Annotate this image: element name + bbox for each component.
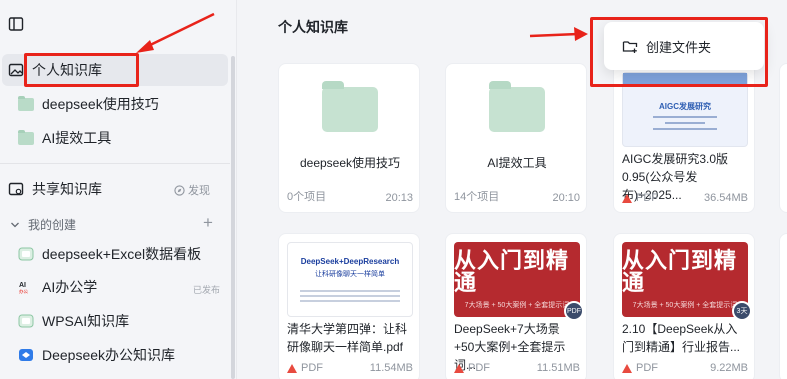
thumb-subtitle: 让科研像聊天一样简单 <box>315 271 385 278</box>
folder-thumb <box>454 72 580 147</box>
file-size: 11.54MB <box>369 362 413 374</box>
thumb-subtitle: 7大场景 + 50大案例 + 全套提示词 <box>632 301 738 309</box>
sidebar-item-personal-kb[interactable]: 个人知识库 <box>2 54 228 86</box>
thumb-title: AIGC发展研究 <box>659 102 711 111</box>
file-card[interactable]: 从入门到精通 7大场景 + 50大案例 + 全套提示词 PDF DeepSeek… <box>445 233 587 379</box>
page-title: 个人知识库 <box>278 19 348 35</box>
sidebar-item-label: deepseek+Excel数据看板 <box>42 246 202 262</box>
file-type: PDF <box>622 192 658 204</box>
file-title: 清华大学第四弹：让科研像聊天一样简单.pdf <box>287 322 408 354</box>
sidebar: 个人知识库 deepseek使用技巧 AI提效工具 共享知识库 发现 我的创建 … <box>0 0 237 379</box>
sidebar-kb-item[interactable]: Deepseek办公知识库 <box>2 339 228 371</box>
pdf-badge: PDF <box>564 301 584 321</box>
modified-time: 20:10 <box>552 192 580 204</box>
thumb-title: 从入门到精通 <box>454 247 570 295</box>
partial-card[interactable] <box>779 233 787 379</box>
sidebar-scrollbar[interactable] <box>231 56 235 379</box>
item-count: 0个项目 <box>287 191 327 203</box>
folder-card[interactable]: AI提效工具 14个项目 20:10 <box>445 63 587 213</box>
sidebar-item-label: deepseek使用技巧 <box>42 96 159 112</box>
pdf-icon <box>622 193 632 203</box>
partial-card[interactable] <box>779 63 787 213</box>
group-label: 我的创建 <box>28 218 77 232</box>
file-card[interactable]: AIGC发展研究 AIGC发展研究3.0版0.95(公众号发布)+2025...… <box>613 63 755 213</box>
sidebar-item-label: 个人知识库 <box>32 62 102 78</box>
folder-icon <box>18 129 34 146</box>
file-type: PDF <box>287 362 323 374</box>
kb-green-icon <box>18 313 34 329</box>
sidebar-kb-item[interactable]: WPSAI知识库 <box>2 305 228 337</box>
document-thumbnail: AIGC发展研究 <box>622 72 748 147</box>
sidebar-item-shared-kb[interactable]: 共享知识库 发现 <box>2 173 228 205</box>
discover-link[interactable]: 发现 <box>174 182 210 198</box>
published-badge: 已发布 <box>193 285 221 295</box>
document-thumbnail: 从入门到精通 7大场景 + 50大案例 + 全套提示词 PDF <box>454 242 584 321</box>
folder-icon <box>322 81 378 132</box>
sidebar-item-label: Deepseek办公知识库 <box>42 347 176 363</box>
svg-text:办公: 办公 <box>19 288 28 295</box>
sidebar-toggle-icon[interactable] <box>8 16 24 32</box>
ai-logo-icon: AI 办公 <box>18 279 34 295</box>
discover-label: 发现 <box>188 185 210 197</box>
create-folder-label: 创建文件夹 <box>646 39 712 55</box>
file-size: 9.22MB <box>710 362 748 374</box>
shared-library-icon <box>8 181 24 197</box>
create-folder-menu-item[interactable]: 创建文件夹 <box>604 22 764 70</box>
sidebar-item-label: 共享知识库 <box>32 181 102 197</box>
file-card[interactable]: 从入门到精通 7大场景 + 50大案例 + 全套提示词 3天 2.10【Deep… <box>613 233 755 379</box>
file-size: 36.54MB <box>703 192 748 204</box>
folder-add-icon <box>622 41 638 53</box>
file-card[interactable]: DeepSeek+DeepResearch 让科研像聊天一样简单 清华大学第四弹… <box>278 233 420 379</box>
item-count: 14个项目 <box>454 191 500 203</box>
document-thumbnail: DeepSeek+DeepResearch 让科研像聊天一样简单 <box>287 242 413 317</box>
sidebar-folder-ai-tools[interactable]: AI提效工具 <box>2 122 228 154</box>
card-name: deepseek使用技巧 <box>299 156 401 170</box>
folder-card[interactable]: deepseek使用技巧 0个项目 20:13 <box>278 63 420 213</box>
add-kb-icon[interactable]: + <box>203 214 213 231</box>
compass-icon <box>174 184 185 196</box>
svg-text:AI: AI <box>19 282 26 289</box>
chevron-down-icon <box>11 222 19 227</box>
thumb-title: 从入门到精通 <box>622 247 738 295</box>
thumb-header <box>623 73 747 85</box>
thumb-title: DeepSeek+DeepResearch <box>300 257 400 266</box>
file-type: PDF <box>454 362 490 374</box>
sidebar-kb-item[interactable]: deepseek+Excel数据看板 <box>2 238 228 270</box>
document-thumbnail: 从入门到精通 7大场景 + 50大案例 + 全套提示词 3天 <box>622 242 752 321</box>
sidebar-item-label: AI提效工具 <box>42 130 112 146</box>
pdf-icon <box>454 363 464 373</box>
kb-green-icon <box>18 246 34 262</box>
sidebar-item-label: AI办公学 <box>42 279 98 295</box>
file-size: 11.51MB <box>536 362 580 374</box>
sidebar-divider <box>0 163 230 164</box>
file-title: 2.10【DeepSeek从入门到精通】行业报告... <box>622 322 741 354</box>
folder-thumb <box>287 72 413 147</box>
folder-icon <box>489 81 545 132</box>
thumb-subtitle: 7大场景 + 50大案例 + 全套提示词 <box>464 301 570 309</box>
image-library-icon <box>8 62 24 78</box>
kb-blue-icon <box>18 347 34 363</box>
sidebar-item-label: WPSAI知识库 <box>42 313 130 329</box>
folder-icon <box>18 95 34 112</box>
expiry-badge: 3天 <box>732 301 752 321</box>
pdf-icon <box>622 363 632 373</box>
pdf-icon <box>287 363 297 373</box>
modified-time: 20:13 <box>385 192 413 204</box>
card-name: AI提效工具 <box>487 156 547 170</box>
my-created-group[interactable]: 我的创建 <box>10 216 76 233</box>
file-type: PDF <box>622 362 658 374</box>
sidebar-folder-deepseek[interactable]: deepseek使用技巧 <box>2 88 228 120</box>
